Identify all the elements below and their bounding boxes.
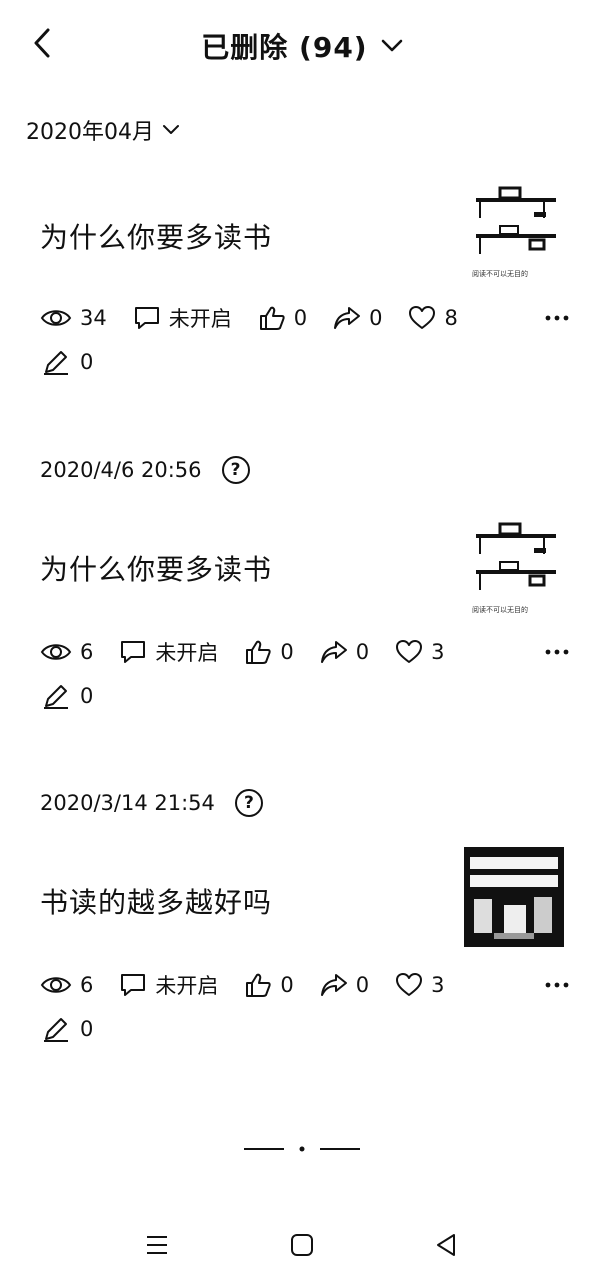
help-icon[interactable]: ?: [234, 789, 263, 817]
post-thumbnail[interactable]: [464, 847, 564, 947]
more-dots-icon[interactable]: [542, 302, 572, 334]
post-card[interactable]: 2020/3/14 21:54 ? 书读的越多越好吗 6 未开启 0 0 3 0: [0, 789, 604, 1059]
post-thumbnail[interactable]: 阅读不可以无目的: [470, 518, 564, 618]
stat-likes: 0: [244, 972, 294, 998]
thumbs-up-icon: [246, 640, 272, 664]
home-icon[interactable]: [287, 1230, 317, 1260]
heart-icon: [396, 640, 423, 663]
stat-views: 34: [40, 306, 107, 330]
share-icon: [334, 307, 361, 329]
thumb-caption: 阅读不可以无目的: [472, 605, 528, 614]
thumbs-up-icon: [259, 306, 285, 330]
eye-icon: [40, 977, 72, 993]
stat-favorites: 8: [408, 305, 458, 331]
month-label: 2020年04月: [26, 120, 154, 145]
comment-icon: [121, 641, 146, 663]
stat-likes: 0: [258, 305, 307, 331]
system-nav-bar: [0, 1220, 604, 1270]
heart-icon: [409, 306, 436, 329]
page-title: 已删除 (94): [201, 31, 368, 64]
pencil-icon: [44, 1018, 68, 1042]
thumbs-up-icon: [246, 973, 272, 997]
stat-comments: 未开启: [133, 303, 232, 333]
pencil-icon: [44, 685, 68, 709]
chevron-down-icon: [381, 39, 403, 52]
stat-shares: 0: [333, 305, 382, 331]
post-title[interactable]: 为什么你要多读书: [40, 548, 272, 588]
page-indicator: [244, 1146, 360, 1152]
comment-icon: [121, 974, 146, 996]
more-dots-icon[interactable]: [542, 969, 572, 1001]
menu-icon[interactable]: [142, 1230, 172, 1260]
stat-comments: 未开启: [119, 637, 218, 667]
stat-edits: 0: [42, 1015, 93, 1043]
help-icon[interactable]: ?: [221, 456, 250, 484]
post-stats: 6 未开启 0 0 3: [40, 636, 574, 668]
share-icon: [320, 974, 347, 996]
eye-icon: [40, 310, 72, 326]
post-title[interactable]: 书读的越多越好吗: [40, 881, 272, 921]
stat-edits: 0: [42, 348, 93, 376]
post-title[interactable]: 为什么你要多读书: [40, 216, 272, 256]
post-stats: 6 未开启 0 0 3: [40, 969, 574, 1001]
post-thumbnail[interactable]: 阅读不可以无目的: [470, 182, 564, 282]
more-dots-icon[interactable]: [542, 636, 572, 668]
eye-icon: [40, 644, 72, 660]
stat-favorites: 3: [395, 639, 445, 665]
top-bar: 已删除 (94): [0, 0, 604, 90]
heart-icon: [396, 973, 423, 996]
comment-icon: [134, 307, 159, 329]
post-date-row: 2020/4/6 20:56 ?: [40, 456, 250, 484]
stat-views: 6: [40, 640, 93, 664]
pencil-icon: [44, 351, 68, 375]
post-card[interactable]: 为什么你要多读书 阅读不可以无目的 34 未开启 0 0 8 0: [0, 180, 604, 390]
stat-favorites: 3: [395, 972, 445, 998]
back-triangle-icon[interactable]: [432, 1230, 462, 1260]
stat-edits: 0: [42, 682, 93, 710]
stat-shares: 0: [320, 972, 369, 998]
stat-shares: 0: [320, 639, 369, 665]
post-card[interactable]: 2020/4/6 20:56 ? 为什么你要多读书 阅读不可以无目的 6 未开启: [0, 456, 604, 726]
stat-comments: 未开启: [119, 970, 218, 1000]
post-stats: 34 未开启 0 0 8: [40, 302, 574, 334]
stat-views: 6: [40, 973, 93, 997]
title-dropdown[interactable]: 已删除 (94): [0, 26, 604, 66]
share-icon: [320, 641, 347, 663]
post-date-row: 2020/3/14 21:54 ?: [40, 789, 263, 817]
post-date: 2020/4/6 20:56: [40, 458, 202, 482]
month-selector[interactable]: 2020年04月: [26, 114, 180, 146]
chevron-down-icon: [162, 125, 179, 134]
thumb-caption: 阅读不可以无目的: [472, 269, 528, 278]
post-date: 2020/3/14 21:54: [40, 791, 215, 815]
stat-likes: 0: [244, 639, 294, 665]
